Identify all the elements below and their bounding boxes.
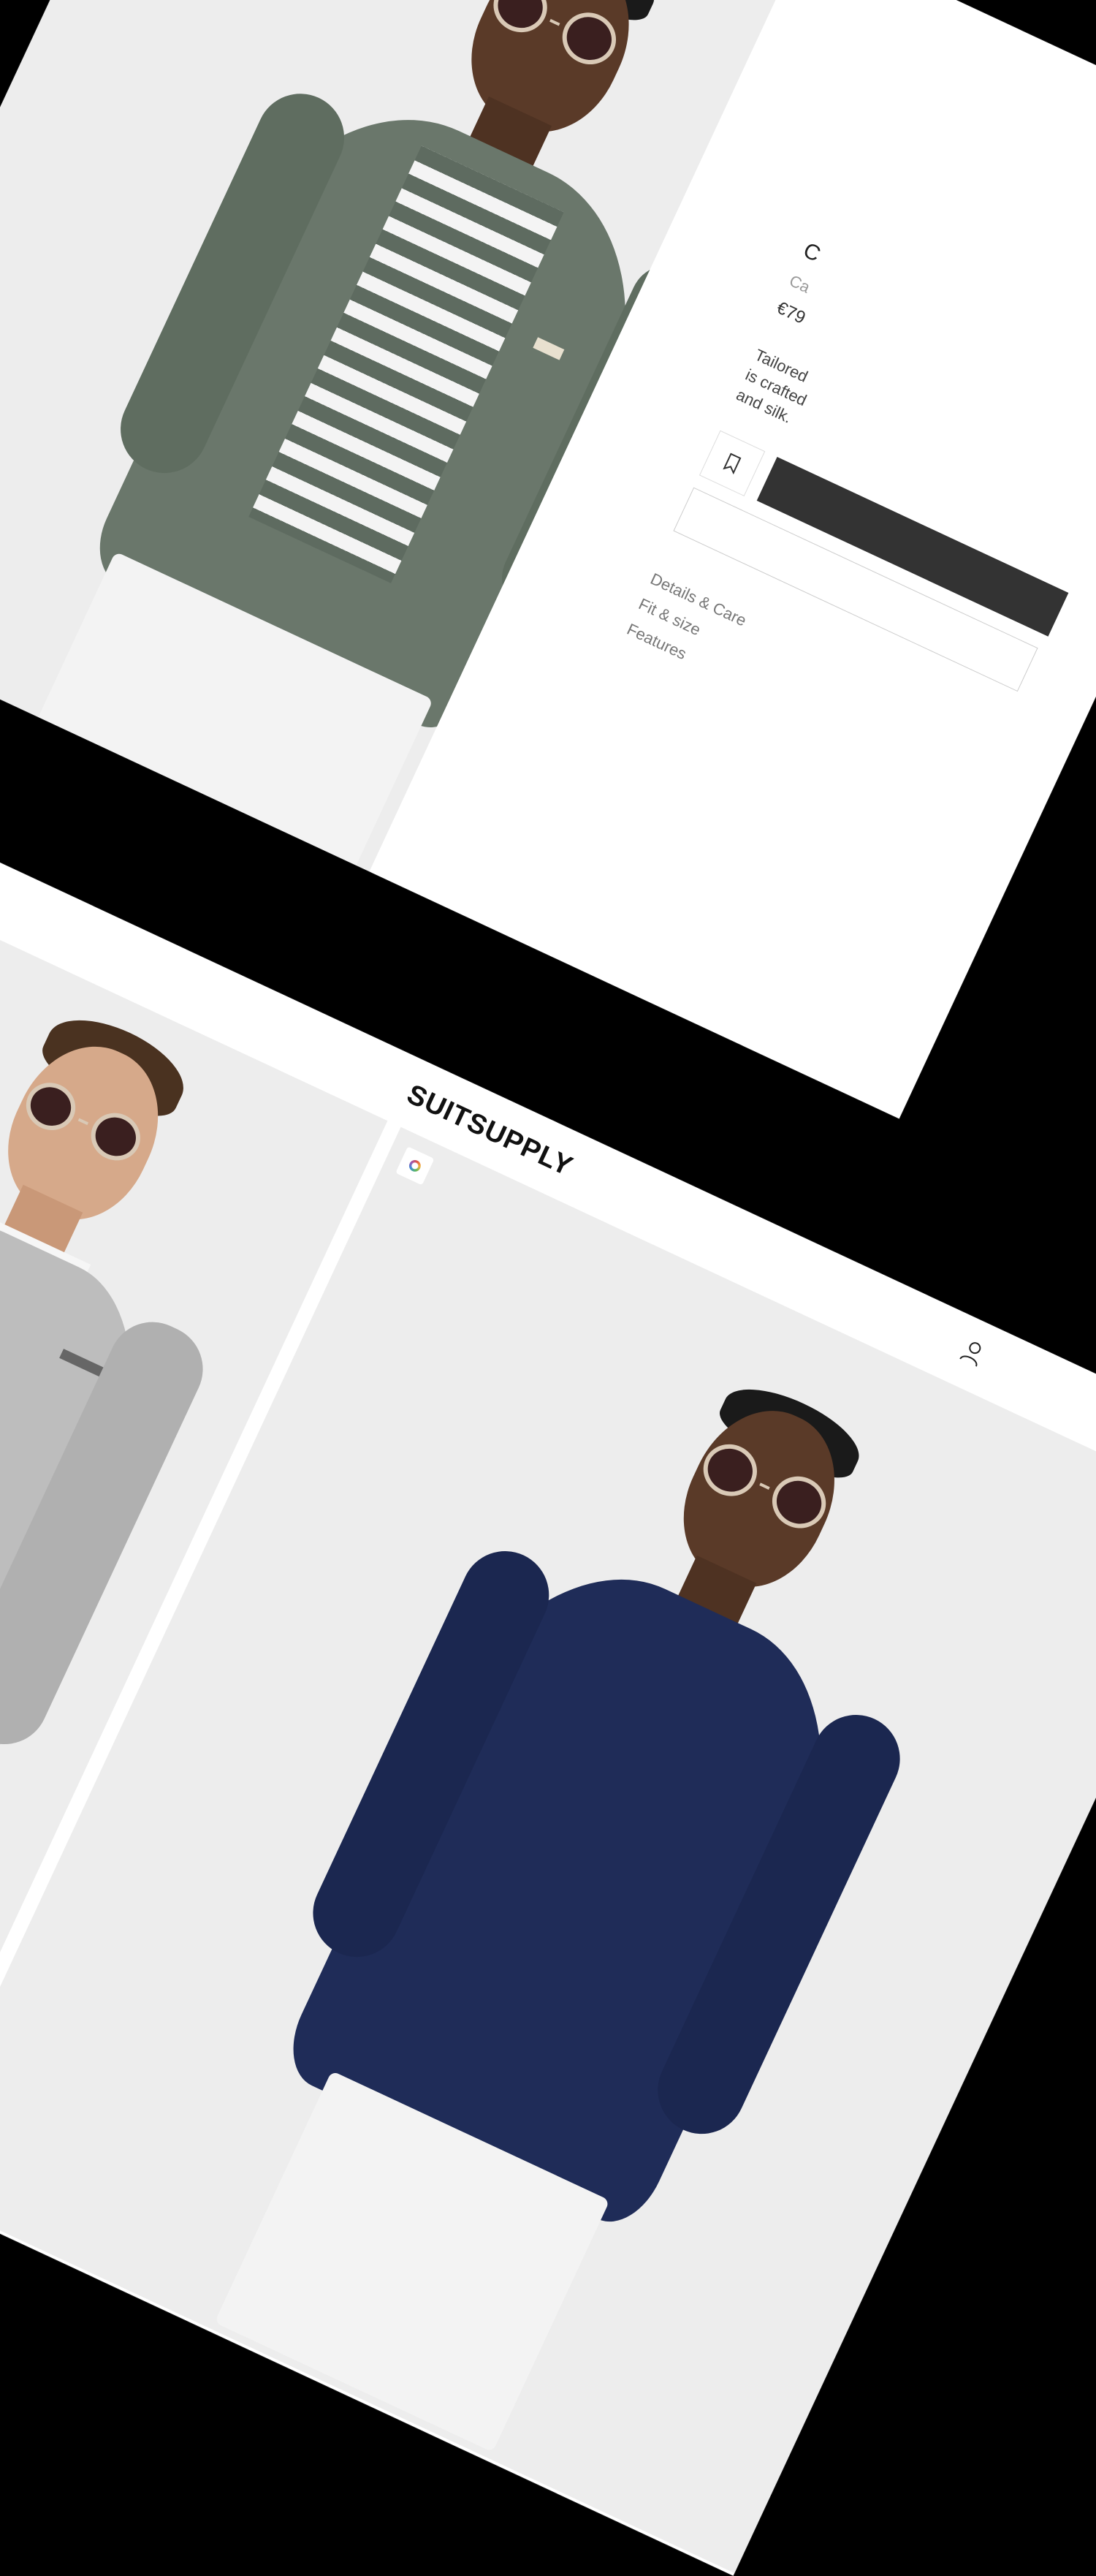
- product-price: €79: [773, 298, 809, 328]
- user-icon: [959, 1342, 981, 1367]
- product-subtitle: Ca: [786, 271, 813, 297]
- product-listing-screen: SUITSUPPLY: [0, 863, 1096, 2576]
- color-selector[interactable]: [395, 1146, 435, 1186]
- color-ring-icon: [407, 1158, 423, 1174]
- account-button[interactable]: [956, 1337, 988, 1372]
- bookmark-icon: [723, 452, 742, 475]
- product-title: C: [799, 238, 825, 268]
- wishlist-button[interactable]: [699, 430, 766, 497]
